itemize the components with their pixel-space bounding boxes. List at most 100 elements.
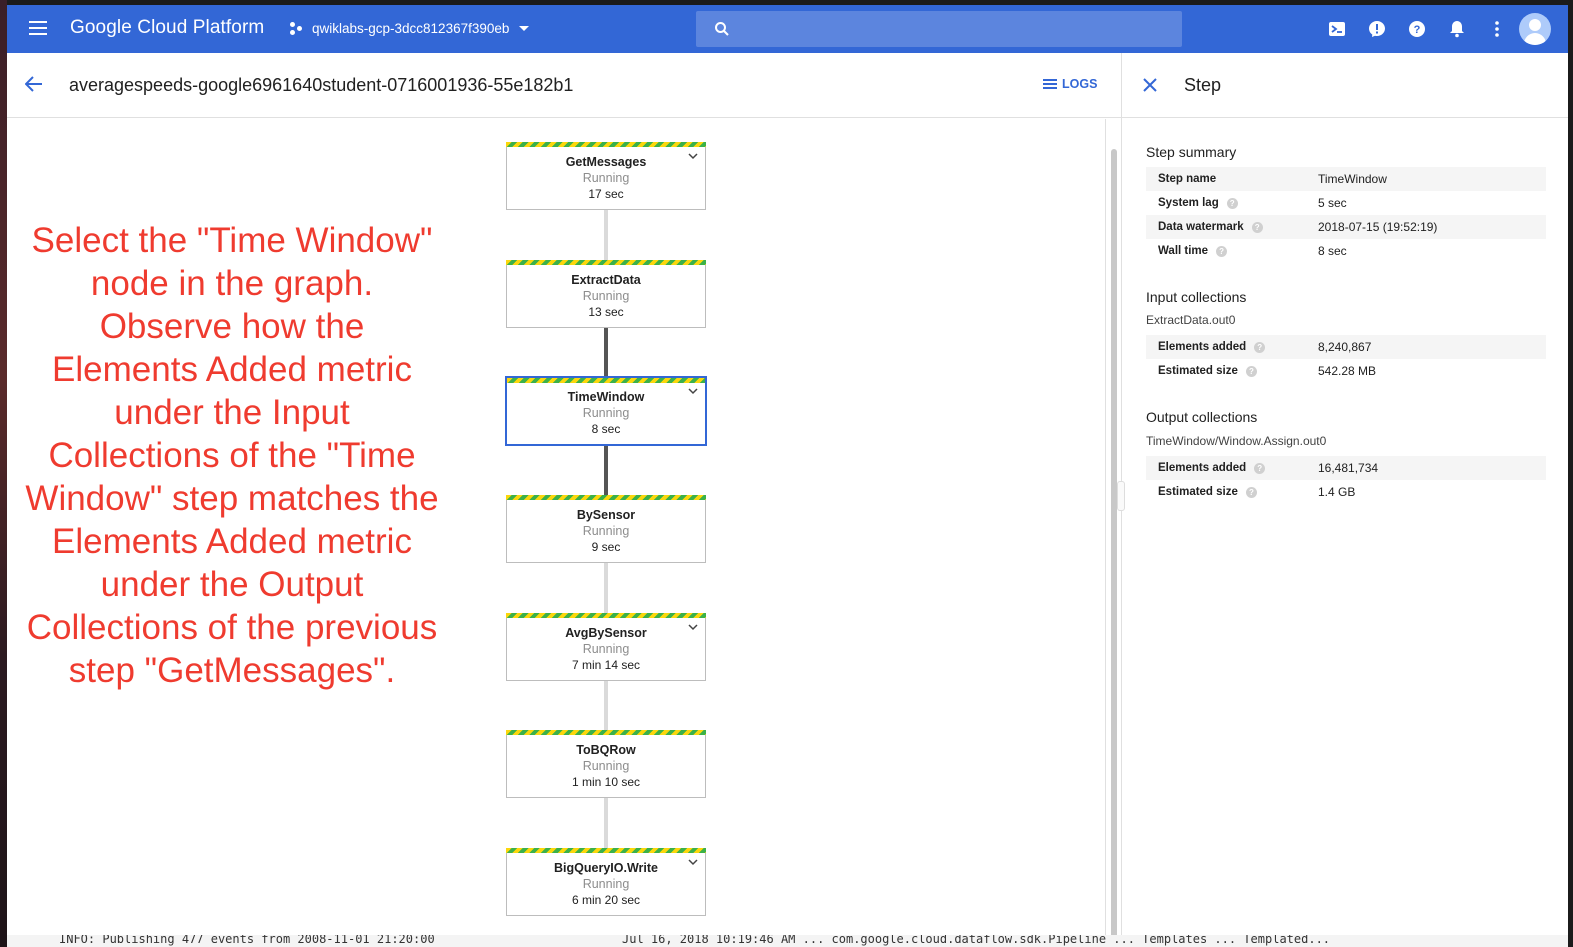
help-icon[interactable]: ? <box>1226 197 1238 209</box>
graph-edge <box>604 680 608 732</box>
input-collections-heading: Input collections <box>1146 289 1247 305</box>
logs-button[interactable]: LOGS <box>1043 77 1097 91</box>
pipeline-graph[interactable]: Select the "Time Window" node in the gra… <box>7 119 1105 935</box>
annotation-line: under the Output <box>100 565 364 604</box>
terminal-line-left: INFO: Publishing 477 events from 2008-11… <box>59 935 435 946</box>
graph-scrollbar[interactable] <box>1105 119 1121 935</box>
desktop-background <box>0 0 7 947</box>
summary-key: System lag <box>1158 197 1219 209</box>
output-value: 1.4 GB <box>1318 485 1356 499</box>
node-status: Running <box>582 406 630 420</box>
annotation-line: Collections of the "Time <box>48 436 416 475</box>
node-status: Running <box>582 171 630 185</box>
project-selector[interactable]: qwiklabs-gcp-3dcc812367f390eb <box>290 21 530 36</box>
list-icon <box>1043 79 1057 89</box>
input-collection-name: ExtractData.out0 <box>1146 313 1236 327</box>
help-icon[interactable]: ? <box>1216 245 1228 257</box>
caret-down-icon <box>519 26 530 31</box>
summary-row: System lag? 5 sec <box>1146 191 1546 215</box>
project-name: qwiklabs-gcp-3dcc812367f390eb <box>312 21 510 36</box>
step-panel: Step Step summary Step name TimeWindow S… <box>1117 53 1568 935</box>
summary-value: 2018-07-15 (19:52:19) <box>1318 220 1438 234</box>
input-key-wrap: Elements added? <box>1158 341 1266 353</box>
panel-resize-handle[interactable] <box>1117 481 1125 511</box>
node-status: Running <box>582 642 630 656</box>
search-bar[interactable] <box>696 11 1182 47</box>
search-icon <box>715 22 729 36</box>
annotation-text: Select the "Time Window" node in the gra… <box>7 219 457 692</box>
brand-title[interactable]: Google Cloud Platform <box>70 17 264 39</box>
annotation-line: step "GetMessages". <box>68 651 396 690</box>
output-key-wrap: Estimated size? <box>1158 486 1257 498</box>
chevron-down-icon[interactable] <box>688 152 698 160</box>
cloud-shell-icon[interactable] <box>1327 19 1347 39</box>
close-icon[interactable] <box>1142 77 1158 93</box>
summary-key-wrap: Data watermark? <box>1158 221 1263 233</box>
chevron-down-icon[interactable] <box>688 858 698 866</box>
help-icon[interactable]: ? <box>1245 486 1257 498</box>
graph-node-timewindow[interactable]: TimeWindow Running 8 sec <box>505 376 707 446</box>
chevron-down-icon[interactable] <box>688 623 698 631</box>
node-status: Running <box>582 877 630 891</box>
step-summary-heading: Step summary <box>1146 144 1237 160</box>
node-name: ExtractData <box>571 273 641 287</box>
input-key-wrap: Estimated size? <box>1158 365 1257 377</box>
summary-key: Data watermark <box>1158 221 1244 233</box>
graph-edge <box>604 209 608 261</box>
summary-row: Data watermark? 2018-07-15 (19:52:19) <box>1146 215 1546 239</box>
help-icon[interactable]: ? <box>1407 19 1427 39</box>
graph-edge <box>604 797 608 849</box>
browser-window: Google Cloud Platform qwiklabs-gcp-3dcc8… <box>7 5 1568 935</box>
node-time: 6 min 20 sec <box>571 893 641 907</box>
input-key: Estimated size <box>1158 365 1238 377</box>
graph-node-bigqueryio-write[interactable]: BigQueryIO.Write Running 6 min 20 sec <box>506 848 706 916</box>
input-row: Estimated size? 542.28 MB <box>1146 359 1546 383</box>
output-value: 16,481,734 <box>1318 461 1379 475</box>
node-time: 9 sec <box>591 540 621 554</box>
help-icon[interactable]: ? <box>1245 365 1257 377</box>
summary-row: Wall time? 8 sec <box>1146 239 1546 263</box>
top-app-bar: Google Cloud Platform qwiklabs-gcp-3dcc8… <box>7 5 1568 53</box>
annotation-line: Window" step matches the <box>25 479 439 518</box>
output-collections-heading: Output collections <box>1146 409 1258 425</box>
help-icon[interactable]: ? <box>1251 221 1263 233</box>
node-time: 1 min 10 sec <box>571 775 641 789</box>
node-name: TimeWindow <box>567 390 645 404</box>
more-vert-icon[interactable] <box>1487 19 1507 39</box>
annotation-line: Collections of the previous <box>26 608 438 647</box>
graph-node-avgbysensor[interactable]: AvgBySensor Running 7 min 14 sec <box>506 613 706 681</box>
graph-node-tobqrow[interactable]: ToBQRow Running 1 min 10 sec <box>506 730 706 798</box>
job-title: averagespeeds-google6961640student-07160… <box>69 75 574 95</box>
summary-key: Step name <box>1158 173 1217 185</box>
help-icon[interactable]: ? <box>1254 462 1266 474</box>
node-status: Running <box>582 759 630 773</box>
back-arrow-icon[interactable] <box>25 75 43 93</box>
help-icon[interactable]: ? <box>1254 341 1266 353</box>
desktop-right-edge <box>1568 0 1573 947</box>
account-avatar[interactable] <box>1519 13 1551 45</box>
graph-node-getmessages[interactable]: GetMessages Running 17 sec <box>506 142 706 210</box>
notifications-alert-icon[interactable] <box>1367 19 1387 39</box>
bell-icon[interactable] <box>1447 19 1467 39</box>
node-status: Running <box>582 289 630 303</box>
output-key: Estimated size <box>1158 486 1238 498</box>
input-row: Elements added? 8,240,867 <box>1146 335 1546 359</box>
step-panel-title: Step <box>1184 75 1222 95</box>
summary-value: TimeWindow <box>1318 172 1387 186</box>
graph-node-extractdata[interactable]: ExtractData Running 13 sec <box>506 260 706 328</box>
node-name: BigQueryIO.Write <box>554 861 658 875</box>
step-panel-header: Step <box>1122 53 1568 118</box>
annotation-line: under the Input <box>114 393 350 432</box>
annotation-line: Elements Added metric <box>52 522 412 561</box>
graph-edge <box>604 445 608 497</box>
chevron-down-icon[interactable] <box>688 387 698 395</box>
scrollbar-thumb[interactable] <box>1111 149 1117 935</box>
node-time: 17 sec <box>588 187 624 201</box>
output-row: Elements added? 16,481,734 <box>1146 456 1546 480</box>
summary-key-wrap: Wall time? <box>1158 245 1228 257</box>
summary-row: Step name TimeWindow <box>1146 167 1546 191</box>
graph-node-bysensor[interactable]: BySensor Running 9 sec <box>506 495 706 563</box>
annotation-line: Select the "Time Window" <box>31 221 433 260</box>
job-header: averagespeeds-google6961640student-07160… <box>7 53 1121 118</box>
hamburger-menu-icon[interactable] <box>29 21 47 35</box>
